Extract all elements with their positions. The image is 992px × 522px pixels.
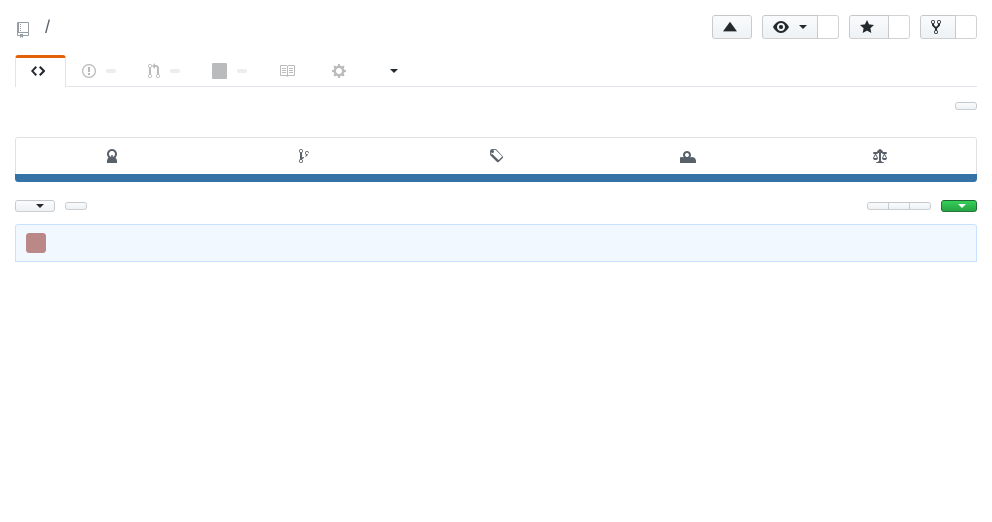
fork-button[interactable] bbox=[920, 15, 956, 39]
tab-settings[interactable] bbox=[316, 55, 367, 87]
star-count[interactable] bbox=[889, 15, 910, 39]
tab-code[interactable] bbox=[15, 55, 66, 87]
tab-insights[interactable] bbox=[367, 55, 414, 87]
slash: / bbox=[45, 17, 50, 38]
repo-title: / bbox=[15, 17, 56, 38]
tab-projects[interactable] bbox=[196, 55, 263, 87]
caret-down-icon bbox=[799, 25, 807, 29]
issues-count bbox=[106, 69, 116, 73]
tab-pull-requests[interactable] bbox=[132, 55, 196, 87]
contributors-link[interactable] bbox=[592, 138, 784, 174]
license-link[interactable] bbox=[784, 138, 976, 174]
edit-button[interactable] bbox=[955, 102, 977, 110]
commits-link[interactable] bbox=[16, 138, 208, 174]
tab-issues[interactable] bbox=[66, 55, 132, 87]
find-file-button[interactable] bbox=[909, 202, 931, 210]
projects-count bbox=[237, 69, 247, 73]
tab-wiki[interactable] bbox=[263, 55, 316, 87]
pulls-count bbox=[170, 69, 180, 73]
repo-tabs bbox=[15, 55, 977, 87]
caret-down-icon bbox=[958, 204, 966, 208]
caret-down-icon bbox=[390, 69, 398, 73]
create-file-button[interactable] bbox=[867, 202, 888, 210]
branch-select[interactable] bbox=[15, 200, 55, 212]
language-bar[interactable] bbox=[15, 174, 977, 182]
releases-link[interactable] bbox=[400, 138, 592, 174]
repo-icon bbox=[15, 18, 31, 39]
watch-count[interactable] bbox=[818, 15, 839, 39]
caret-down-icon bbox=[36, 204, 44, 208]
upload-files-button[interactable] bbox=[888, 202, 909, 210]
latest-commit-left bbox=[26, 233, 52, 253]
new-pull-request-button[interactable] bbox=[65, 202, 87, 210]
unwatch-button[interactable] bbox=[762, 15, 818, 39]
star-button[interactable] bbox=[849, 15, 889, 39]
add-repo-button[interactable] bbox=[712, 15, 752, 39]
branches-link[interactable] bbox=[208, 138, 400, 174]
fork-count[interactable] bbox=[956, 15, 977, 39]
avatar[interactable] bbox=[26, 233, 46, 253]
clone-download-button[interactable] bbox=[941, 200, 977, 212]
